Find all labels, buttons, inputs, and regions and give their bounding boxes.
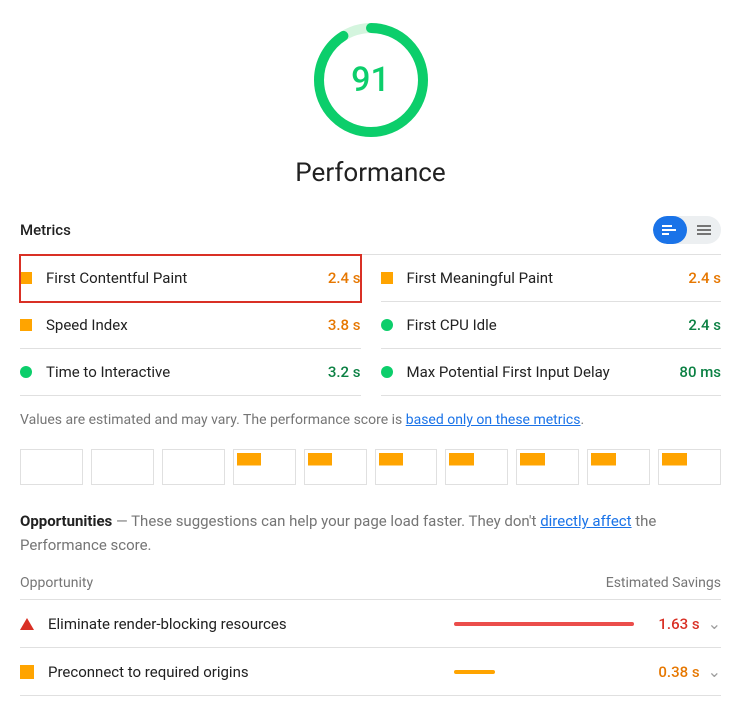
metric-row[interactable]: Max Potential First Input Delay80 ms bbox=[381, 349, 722, 396]
opportunity-name: Eliminate render-blocking resources bbox=[48, 615, 454, 633]
metrics-footnote: Values are estimated and may vary. The p… bbox=[20, 410, 721, 431]
page-title: Performance bbox=[295, 158, 445, 188]
chevron-down-icon: ⌄ bbox=[708, 614, 721, 633]
triangle-fail-icon bbox=[20, 618, 34, 630]
filmstrip bbox=[20, 449, 721, 485]
savings-bar bbox=[454, 622, 634, 626]
view-compact-button[interactable] bbox=[653, 216, 687, 244]
score-value: 91 bbox=[311, 20, 431, 140]
metric-value: 3.2 s bbox=[328, 363, 361, 381]
col-savings: Estimated Savings bbox=[606, 575, 721, 591]
opportunities-intro: Opportunities — These suggestions can he… bbox=[20, 509, 721, 557]
metric-name: First Meaningful Paint bbox=[407, 269, 689, 287]
opportunity-row[interactable]: Preconnect to required origins 0.38 s ⌄ bbox=[20, 648, 721, 696]
list-short-icon bbox=[662, 225, 678, 235]
filmstrip-frame bbox=[20, 449, 83, 485]
metric-name: First Contentful Paint bbox=[46, 269, 328, 287]
filmstrip-frame bbox=[445, 449, 508, 485]
metric-value: 2.4 s bbox=[328, 269, 361, 287]
filmstrip-frame bbox=[587, 449, 650, 485]
circle-pass-icon bbox=[20, 366, 32, 378]
metric-row[interactable]: First Contentful Paint2.4 s bbox=[20, 255, 361, 302]
filmstrip-frame bbox=[658, 449, 721, 485]
savings-value: 0.38 s bbox=[646, 663, 700, 681]
footnote-link[interactable]: based only on these metrics bbox=[406, 412, 581, 428]
circle-pass-icon bbox=[381, 366, 393, 378]
metric-row[interactable]: First CPU Idle2.4 s bbox=[381, 302, 722, 349]
directly-affect-link[interactable]: directly affect bbox=[540, 512, 631, 530]
metric-value: 2.4 s bbox=[688, 269, 721, 287]
filmstrip-frame bbox=[91, 449, 154, 485]
metric-name: Max Potential First Input Delay bbox=[407, 363, 680, 381]
opportunity-name: Preconnect to required origins bbox=[48, 663, 454, 681]
col-opportunity: Opportunity bbox=[20, 575, 93, 591]
opportunities-header: Opportunity Estimated Savings bbox=[20, 567, 721, 600]
score-gauge: 91 bbox=[311, 20, 431, 140]
view-expanded-button[interactable] bbox=[687, 216, 721, 244]
square-warn-icon bbox=[20, 665, 34, 679]
filmstrip-frame bbox=[375, 449, 438, 485]
metric-value: 2.4 s bbox=[688, 316, 721, 334]
view-toggle bbox=[653, 216, 721, 244]
list-icon bbox=[696, 225, 712, 235]
chevron-down-icon: ⌄ bbox=[708, 662, 721, 681]
filmstrip-frame bbox=[233, 449, 296, 485]
metric-name: Time to Interactive bbox=[46, 363, 328, 381]
metric-row[interactable]: Time to Interactive3.2 s bbox=[20, 349, 361, 396]
filmstrip-frame bbox=[304, 449, 367, 485]
metric-name: Speed Index bbox=[46, 316, 328, 334]
filmstrip-frame bbox=[516, 449, 579, 485]
filmstrip-frame bbox=[162, 449, 225, 485]
square-warn-icon bbox=[20, 272, 32, 284]
square-warn-icon bbox=[381, 272, 393, 284]
metric-value: 80 ms bbox=[679, 363, 721, 381]
metric-name: First CPU Idle bbox=[407, 316, 689, 334]
opportunity-row[interactable]: Eliminate render-blocking resources 1.63 … bbox=[20, 600, 721, 648]
metric-row[interactable]: Speed Index3.8 s bbox=[20, 302, 361, 349]
metric-value: 3.8 s bbox=[328, 316, 361, 334]
square-warn-icon bbox=[20, 319, 32, 331]
savings-bar bbox=[454, 670, 634, 674]
metrics-heading: Metrics bbox=[20, 221, 71, 239]
savings-value: 1.63 s bbox=[646, 615, 700, 633]
circle-pass-icon bbox=[381, 319, 393, 331]
metric-row[interactable]: First Meaningful Paint2.4 s bbox=[381, 255, 722, 302]
